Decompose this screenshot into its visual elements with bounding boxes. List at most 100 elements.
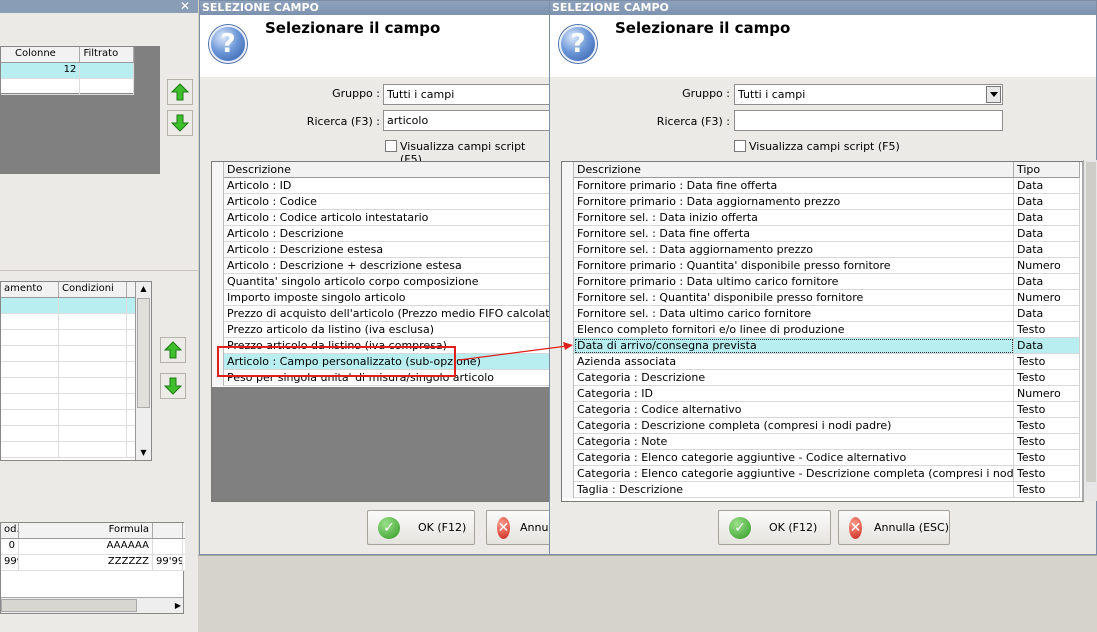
move-up-button[interactable] xyxy=(167,79,193,105)
scroll-thumb[interactable] xyxy=(1086,162,1096,482)
list-item[interactable]: Categoria : Descrizione completa (compre… xyxy=(562,418,1080,434)
list-item[interactable]: Taglia : Descrizione Testo xyxy=(562,482,1080,498)
close-icon[interactable]: ✕ xyxy=(180,0,190,13)
script-fields-checkbox[interactable] xyxy=(734,140,746,152)
cancel-icon: ✕ xyxy=(497,516,510,539)
list-item[interactable]: Elenco completo fornitori e/o linee di p… xyxy=(562,322,1080,338)
move-down-button[interactable] xyxy=(167,110,193,136)
column-header: amento xyxy=(1,282,59,297)
list-item[interactable]: Categoria : Note Testo xyxy=(562,434,1080,450)
list-item[interactable]: Fornitore sel. : Data fine offerta Data xyxy=(562,226,1080,242)
ok-button[interactable]: ✓ OK (F12) xyxy=(718,510,831,545)
gruppo-dropdown[interactable]: Tutti i campi xyxy=(383,84,550,105)
table-row[interactable]: 0 AAAAAA xyxy=(1,539,185,555)
background-titlebar: ✕ xyxy=(0,0,198,13)
question-icon: ? xyxy=(559,25,597,63)
chevron-down-icon[interactable] xyxy=(986,86,1001,103)
list-item[interactable]: Importo imposte singolo articolo xyxy=(212,290,550,306)
table-row[interactable] xyxy=(1,298,135,314)
dialog-header: ? Selezionare il campo xyxy=(550,15,1096,77)
table-row[interactable]: 999 ZZZZZZ 99'99 xyxy=(1,555,185,571)
scroll-right-icon[interactable]: ▶ xyxy=(175,598,181,613)
divider xyxy=(0,270,198,271)
column-header: Condizioni xyxy=(59,282,127,297)
move-down-button-2[interactable] xyxy=(160,373,186,399)
list-item[interactable]: Fornitore primario : Data aggiornamento … xyxy=(562,194,1080,210)
fields-grid: Descrizione Tipo Fornitore primario : Da… xyxy=(561,161,1084,502)
list-item[interactable]: Fornitore sel. : Quantita' disponibile p… xyxy=(562,290,1080,306)
ok-button-label: OK (F12) xyxy=(769,521,818,534)
list-item[interactable]: Articolo : ID xyxy=(212,178,550,194)
table-cell: 12 xyxy=(1,63,81,78)
check-icon: ✓ xyxy=(378,516,400,539)
list-item[interactable]: Fornitore sel. : Data ultimo carico forn… xyxy=(562,306,1080,322)
table-row[interactable] xyxy=(1,378,135,394)
gruppo-label: Gruppo : xyxy=(682,87,730,100)
search-input[interactable]: articolo xyxy=(383,110,550,131)
table-row[interactable] xyxy=(1,362,135,378)
list-item[interactable]: Articolo : Descrizione xyxy=(212,226,550,242)
mid-table: amento Condizioni ▲ ▼ xyxy=(0,281,152,461)
script-fields-checkbox[interactable] xyxy=(385,140,397,152)
list-item[interactable]: Categoria : Elenco categorie aggiuntive … xyxy=(562,466,1080,482)
arrow-down-icon xyxy=(171,114,189,132)
table-cell: 99'99 xyxy=(153,555,183,570)
dialog-title: SELEZIONE CAMPO xyxy=(200,1,550,15)
search-input[interactable] xyxy=(734,110,1003,131)
list-item[interactable]: Fornitore sel. : Data aggiornamento prez… xyxy=(562,242,1080,258)
table-row[interactable] xyxy=(1,394,135,410)
table-row[interactable] xyxy=(1,410,135,426)
list-item[interactable]: Articolo : Descrizione + descrizione est… xyxy=(212,258,550,274)
gruppo-dropdown[interactable]: Tutti i campi xyxy=(734,84,1003,105)
cancel-button[interactable]: ✕ Annulla (ESC) xyxy=(486,510,550,545)
table-cell: AAAAAA xyxy=(19,539,153,554)
vertical-scrollbar[interactable]: ▲ ▼ xyxy=(135,282,151,460)
list-item[interactable]: Categoria : Descrizione Testo xyxy=(562,370,1080,386)
list-item[interactable]: Fornitore primario : Data fine offerta Da… xyxy=(562,178,1080,194)
list-item[interactable]: Quantita' singolo articolo corpo composi… xyxy=(212,274,550,290)
list-item[interactable]: Categoria : Elenco categorie aggiuntive … xyxy=(562,450,1080,466)
list-item[interactable]: Categoria : ID Numero xyxy=(562,386,1080,402)
table-row[interactable] xyxy=(1,79,134,95)
top-table-header: Colonne Filtrato xyxy=(1,47,134,63)
list-item[interactable]: Categoria : Codice alternativo Testo xyxy=(562,402,1080,418)
list-item[interactable]: Fornitore primario : Quantita' disponibi… xyxy=(562,258,1080,274)
cancel-button[interactable]: ✕ Annulla (ESC) xyxy=(838,510,950,545)
list-item[interactable]: Articolo : Codice xyxy=(212,194,550,210)
table-row[interactable]: 12 xyxy=(1,63,134,79)
column-header: od. xyxy=(1,523,19,538)
outer-scrollbar[interactable] xyxy=(1083,160,1097,501)
mid-table-header: amento Condizioni xyxy=(1,282,135,298)
list-item[interactable]: Fornitore sel. : Data inizio offerta Data xyxy=(562,210,1080,226)
table-row[interactable] xyxy=(1,442,135,458)
column-header-descrizione: Descrizione xyxy=(224,162,550,178)
list-item[interactable]: Fornitore primario : Data ultimo carico … xyxy=(562,274,1080,290)
ok-button[interactable]: ✓ OK (F12) xyxy=(367,510,475,545)
move-up-button-2[interactable] xyxy=(160,337,186,363)
fields-grid: Descrizione Articolo : ID Articolo : Cod… xyxy=(211,161,550,502)
column-header xyxy=(153,523,183,538)
dialog-heading: Selezionare il campo xyxy=(615,19,791,37)
ok-button-label: OK (F12) xyxy=(418,521,467,534)
list-item[interactable]: Articolo : Codice articolo intestatario xyxy=(212,210,550,226)
table-row[interactable] xyxy=(1,426,135,442)
table-row[interactable] xyxy=(1,314,135,330)
list-item[interactable]: Articolo : Descrizione estesa xyxy=(212,242,550,258)
table-row[interactable] xyxy=(1,330,135,346)
list-item[interactable]: Azienda associata Testo xyxy=(562,354,1080,370)
list-item[interactable]: Prezzo articolo da listino (iva esclusa) xyxy=(212,322,550,338)
table-cell: 0 xyxy=(1,539,19,554)
list-item[interactable]: Prezzo di acquisto dell'articolo (Prezzo… xyxy=(212,306,550,322)
scroll-down-icon[interactable]: ▼ xyxy=(136,446,151,460)
highlight-box xyxy=(217,346,456,377)
dialog-title: SELEZIONE CAMPO xyxy=(550,1,1096,15)
list-item-selected[interactable]: Data di arrivo/consegna prevista Data xyxy=(562,338,1080,354)
gruppo-label: Gruppo : xyxy=(332,87,380,100)
scroll-up-icon[interactable]: ▲ xyxy=(136,282,151,296)
scroll-thumb[interactable] xyxy=(137,298,150,408)
cancel-button-label: Annulla (ESC) xyxy=(874,521,949,534)
scroll-thumb[interactable] xyxy=(1,599,137,612)
horizontal-scrollbar[interactable]: ▶ xyxy=(1,597,183,613)
table-row[interactable] xyxy=(1,346,135,362)
dialog-header: ? Selezionare il campo xyxy=(200,15,550,77)
